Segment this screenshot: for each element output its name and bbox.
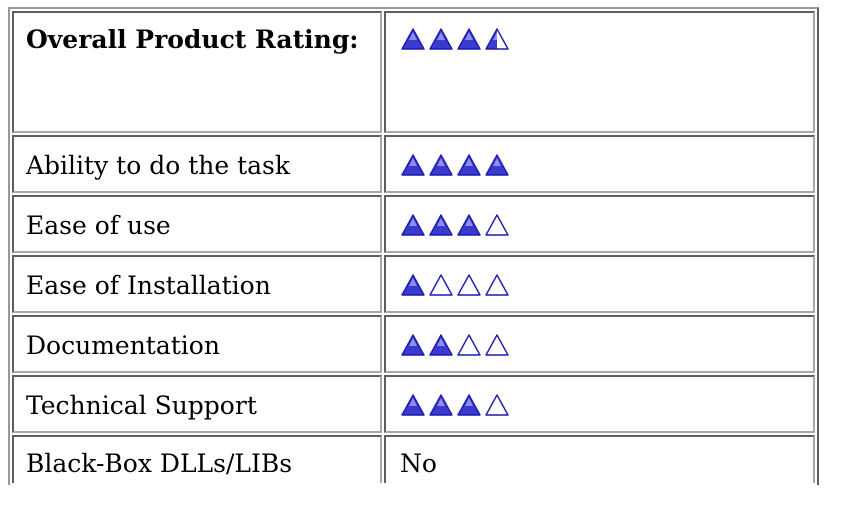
half-filled-triangle-icon [484, 27, 510, 51]
table-row: Overall Product Rating: [12, 11, 815, 133]
table-row: Documentation [12, 315, 815, 373]
filled-triangle-icon [428, 27, 454, 51]
table-row: Black-Box DLLs/LIBs No [12, 435, 815, 483]
technical-support-label: Technical Support [12, 375, 382, 433]
filled-triangle-icon [456, 153, 482, 177]
black-box-libs-label: Black-Box DLLs/LIBs [12, 435, 382, 483]
filled-triangle-icon [428, 393, 454, 417]
filled-triangle-icon [400, 213, 426, 237]
table-row: Ease of use [12, 195, 815, 253]
filled-triangle-icon [428, 333, 454, 357]
ease-of-use-rating-value [384, 195, 815, 253]
documentation-label: Documentation [12, 315, 382, 373]
triangle-rating [400, 393, 510, 417]
empty-triangle-icon [456, 273, 482, 297]
ease-of-installation-rating-value [384, 255, 815, 313]
triangle-rating [400, 27, 510, 51]
filled-triangle-icon [456, 213, 482, 237]
filled-triangle-icon [456, 393, 482, 417]
filled-triangle-icon [400, 333, 426, 357]
ability-label: Ability to do the task [12, 135, 382, 193]
filled-triangle-icon [400, 153, 426, 177]
table-row: Technical Support [12, 375, 815, 433]
empty-triangle-icon [428, 273, 454, 297]
table-row: Ability to do the task [12, 135, 815, 193]
product-ratings-table: Overall Product Rating: Ability to do th… [8, 7, 819, 485]
filled-triangle-icon [484, 153, 510, 177]
overall-rating-value [384, 11, 815, 133]
filled-triangle-icon [428, 153, 454, 177]
triangle-rating [400, 333, 510, 357]
empty-triangle-icon [484, 213, 510, 237]
documentation-rating-value [384, 315, 815, 373]
ease-of-installation-label: Ease of Installation [12, 255, 382, 313]
table-row: Ease of Installation [12, 255, 815, 313]
filled-triangle-icon [400, 393, 426, 417]
triangle-rating [400, 153, 510, 177]
black-box-libs-value: No [384, 435, 815, 483]
filled-triangle-icon [400, 27, 426, 51]
ability-rating-value [384, 135, 815, 193]
overall-rating-label: Overall Product Rating: [12, 11, 382, 133]
triangle-rating [400, 273, 510, 297]
empty-triangle-icon [484, 273, 510, 297]
technical-support-rating-value [384, 375, 815, 433]
filled-triangle-icon [456, 27, 482, 51]
ease-of-use-label: Ease of use [12, 195, 382, 253]
filled-triangle-icon [400, 273, 426, 297]
empty-triangle-icon [484, 333, 510, 357]
empty-triangle-icon [484, 393, 510, 417]
filled-triangle-icon [428, 213, 454, 237]
triangle-rating [400, 213, 510, 237]
empty-triangle-icon [456, 333, 482, 357]
